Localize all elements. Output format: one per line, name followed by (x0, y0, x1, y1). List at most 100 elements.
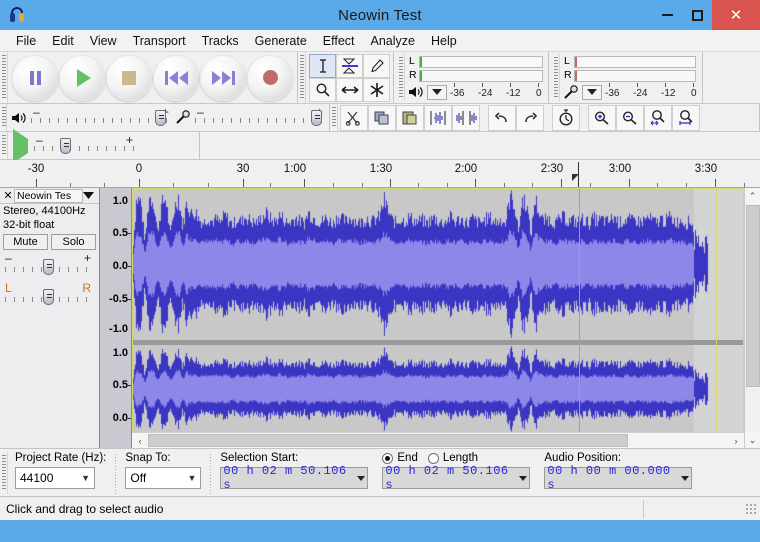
track-mute-button[interactable]: Mute (3, 234, 48, 250)
resize-grip[interactable] (745, 502, 757, 515)
track-close-button[interactable]: ✕ (2, 189, 14, 202)
audio-position-field[interactable]: 00 h 00 m 00.000 s (544, 464, 693, 492)
stop-button[interactable] (106, 54, 152, 101)
copy-button[interactable] (368, 104, 396, 131)
selection-tool-button[interactable] (309, 53, 336, 78)
chevron-down-icon[interactable] (681, 475, 690, 481)
sync-lock-button[interactable] (552, 104, 580, 131)
transcription-toolbar-grip[interactable] (0, 132, 8, 159)
vscroll-thumb[interactable] (745, 205, 760, 387)
selection-end-field[interactable]: 00 h 02 m 50.106 s (382, 464, 531, 492)
timeline-ruler[interactable]: -30 0 30 1:00 1:30 2:00 2:30 3:00 3:30 (0, 160, 760, 188)
snap-to-value: Off (130, 471, 147, 485)
menu-item-edit[interactable]: Edit (44, 32, 82, 50)
length-radio[interactable]: Length (427, 452, 478, 464)
multi-tool-button[interactable] (363, 77, 390, 102)
input-volume-slider[interactable]: – + (195, 105, 325, 127)
selection-start-boundary[interactable] (132, 188, 133, 448)
playback-meter-menu-button[interactable] (427, 84, 447, 100)
track-gain-thumb[interactable] (43, 259, 54, 275)
audio-position-value: 00 h 00 m 00.000 s (547, 464, 671, 492)
fit-project-button[interactable] (672, 104, 700, 131)
hscroll-left-arrow[interactable]: ‹ (132, 432, 148, 448)
menu-item-view[interactable]: View (82, 32, 125, 50)
cut-button[interactable] (340, 104, 368, 131)
undo-button[interactable] (488, 104, 516, 131)
skip-to-start-button[interactable] (153, 54, 199, 101)
vertical-scrollbar[interactable]: ⌃ ⌄ (744, 188, 760, 448)
draw-tool-button[interactable] (363, 53, 390, 78)
time-shift-tool-button[interactable] (336, 77, 363, 102)
record-meter-toolbar: L R -36 -24 -12 0 (549, 52, 703, 103)
pause-button[interactable] (12, 54, 58, 101)
selection-toolbar: Project Rate (Hz): 44100 ▼ Snap To: Off … (0, 448, 760, 496)
record-button[interactable] (247, 54, 293, 101)
magnifier-icon (315, 82, 331, 98)
track-name-label[interactable]: Neowin Tes (14, 188, 83, 203)
record-scale-label-0: 0 (691, 88, 697, 99)
record-meter-menu-button[interactable] (582, 84, 602, 100)
track-menu-button[interactable] (83, 192, 97, 199)
snap-to-select[interactable]: Off ▼ (125, 467, 202, 489)
zoom-tool-button[interactable] (309, 77, 336, 102)
redo-button[interactable] (516, 104, 544, 131)
trim-audio-button[interactable] (424, 104, 452, 131)
menu-item-tracks[interactable]: Tracks (194, 32, 247, 50)
track-format-line-1: Stereo, 44100Hz (3, 205, 86, 217)
envelope-tool-button[interactable] (336, 53, 363, 78)
gain-plus-label: + (83, 251, 91, 265)
waveform-display[interactable]: ‹ › (132, 188, 744, 448)
track-gain-slider[interactable]: – + (5, 251, 91, 275)
playhead-marker[interactable] (572, 174, 579, 187)
zoom-in-button[interactable] (588, 104, 616, 131)
record-meter-bars[interactable]: L R (563, 55, 697, 82)
play-button[interactable] (59, 54, 105, 101)
menu-item-generate[interactable]: Generate (247, 32, 315, 50)
record-meter-grip[interactable] (552, 54, 560, 101)
transport-toolbar-grip[interactable] (0, 52, 8, 103)
skip-to-end-button[interactable] (200, 54, 246, 101)
playback-speed-thumb[interactable] (60, 137, 71, 154)
menu-item-file[interactable]: File (8, 32, 44, 50)
track-pan-slider[interactable]: L R (5, 281, 91, 305)
input-volume-thumb[interactable] (311, 109, 322, 126)
menu-item-effect[interactable]: Effect (315, 32, 363, 50)
chevron-down-icon[interactable] (357, 475, 366, 481)
project-rate-select[interactable]: 44100 ▼ (15, 467, 95, 489)
playback-meter-bars[interactable]: L R (408, 55, 543, 82)
output-volume-slider[interactable]: – + (31, 105, 171, 127)
track-format-line-2: 32-bit float (3, 219, 55, 231)
mixer-toolbar-grip[interactable] (0, 104, 7, 131)
silence-audio-button[interactable] (452, 104, 480, 131)
vscroll-up-arrow[interactable]: ⌃ (744, 188, 760, 204)
playback-meter-scale: -36 -24 -12 0 (450, 83, 542, 101)
waveform-channel-right[interactable] (132, 345, 744, 433)
menu-item-help[interactable]: Help (423, 32, 465, 50)
paste-button[interactable] (396, 104, 424, 131)
tools-toolbar-grip[interactable] (298, 52, 306, 103)
playback-speed-slider[interactable]: – + (34, 133, 164, 155)
playback-meter-grip[interactable] (397, 54, 405, 101)
hscroll-right-arrow[interactable]: › (728, 432, 744, 448)
output-volume-thumb[interactable] (155, 109, 166, 126)
menu-item-analyze[interactable]: Analyze (363, 32, 423, 50)
play-at-speed-button[interactable] (13, 128, 28, 163)
menu-item-transport[interactable]: Transport (125, 32, 194, 50)
selection-toolbar-grip[interactable] (0, 452, 8, 494)
waveform-channel-left[interactable] (132, 188, 744, 340)
edit-toolbar-grip[interactable] (330, 104, 338, 131)
hscroll-thumb[interactable] (148, 434, 628, 447)
selection-end-boundary[interactable] (716, 188, 717, 448)
track-pan-thumb[interactable] (43, 289, 54, 305)
ruler-label-2-30: 2:30 (540, 163, 564, 175)
end-radio[interactable]: End (382, 452, 418, 464)
chevron-down-icon[interactable] (519, 475, 528, 481)
chevron-down-icon (432, 89, 442, 95)
zoom-out-button[interactable] (616, 104, 644, 131)
selection-start-field[interactable]: 00 h 02 m 50.106 s (220, 464, 369, 492)
ruler-label-1-00: 1:00 (283, 163, 307, 175)
track-solo-button[interactable]: Solo (51, 234, 96, 250)
fit-selection-button[interactable] (644, 104, 672, 131)
horizontal-scrollbar[interactable]: ‹ › (132, 432, 744, 448)
vscroll-down-arrow[interactable]: ⌄ (744, 432, 760, 448)
